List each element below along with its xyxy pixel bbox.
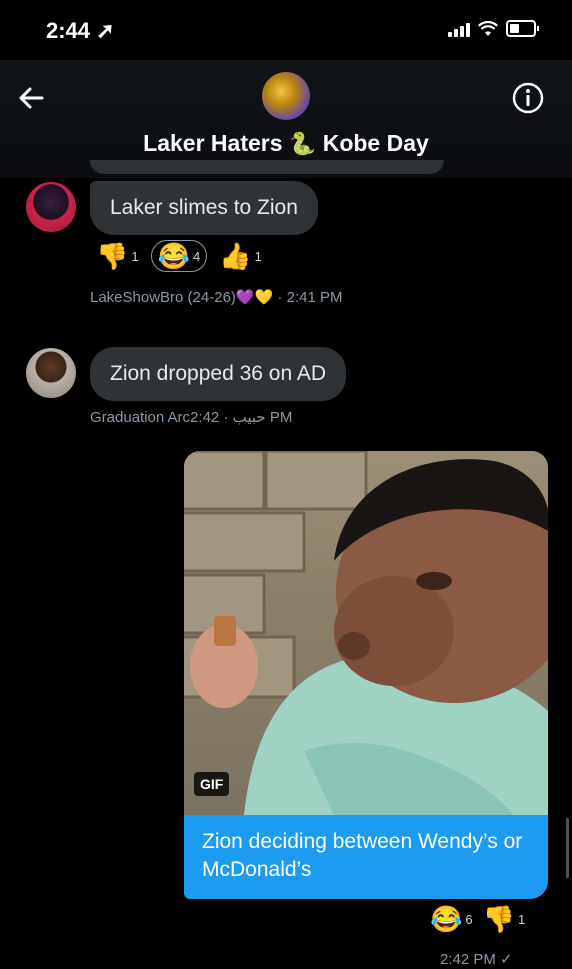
previous-message-partial[interactable] <box>90 160 444 174</box>
wifi-icon <box>478 20 498 36</box>
info-icon[interactable] <box>510 80 546 116</box>
message-reactions: 👎 1 😂 4 👍 1 <box>96 240 262 272</box>
reaction-laughing[interactable]: 😂 6 <box>430 906 473 932</box>
gif-illustration <box>184 451 548 815</box>
message-text: Zion dropped 36 on AD <box>110 362 326 385</box>
reaction-laughing[interactable]: 😂 4 <box>150 240 208 272</box>
sent-check-icon: ✓ <box>500 951 513 968</box>
gif-image[interactable] <box>184 451 548 815</box>
message-text: Laker slimes to Zion <box>110 196 298 219</box>
message-text: Zion deciding between Wendy’s or McDonal… <box>202 830 523 881</box>
back-arrow-icon[interactable] <box>14 80 50 116</box>
laughing-icon: 😂 <box>430 904 463 934</box>
sender-emojis: 💜💛 <box>235 289 274 306</box>
location-arrow-icon: ➚ <box>96 18 115 43</box>
thumbs-up-icon: 👍 <box>219 241 252 271</box>
reaction-count: 1 <box>254 248 262 264</box>
title-suffix: Kobe Day <box>322 130 429 156</box>
message-time: 2:42 PM <box>440 951 496 968</box>
sender-name[interactable]: Graduation Arcحبيب <box>90 409 266 426</box>
reaction-count: 6 <box>465 911 473 927</box>
reaction-count: 4 <box>192 248 201 264</box>
thumbs-down-icon: 👎 <box>96 241 129 271</box>
message-bubble[interactable]: Zion dropped 36 on AD <box>90 347 346 401</box>
avatar[interactable] <box>26 182 76 232</box>
reaction-count: 1 <box>131 248 139 264</box>
battery-icon <box>506 20 539 37</box>
message-meta: LakeShowBro (24-26)💜💛 · 2:41 PM <box>90 288 342 306</box>
reaction-count: 1 <box>517 911 526 927</box>
status-icons <box>448 20 539 37</box>
reaction-thumbs-down[interactable]: 👎 1 <box>483 906 526 932</box>
message-meta: Graduation Arcحبيب · 2:42 PM <box>90 408 292 426</box>
message-reactions: 😂 6 👎 1 <box>430 906 525 932</box>
laughing-icon: 😂 <box>157 241 190 271</box>
message-bubble[interactable]: Laker slimes to Zion <box>90 181 318 235</box>
signal-icon <box>448 21 470 37</box>
group-avatar[interactable] <box>262 72 310 120</box>
avatar[interactable] <box>26 348 76 398</box>
snake-emoji: 🐍 <box>288 131 317 156</box>
title-text: Laker Haters <box>143 130 283 156</box>
gif-badge: GIF <box>194 772 230 796</box>
reaction-thumbs-up[interactable]: 👍 1 <box>219 243 262 269</box>
conversation-title[interactable]: Laker Haters 🐍 Kobe Day <box>0 130 572 157</box>
scrollbar[interactable] <box>566 818 569 878</box>
gif-caption-bubble[interactable]: Zion deciding between Wendy’s or McDonal… <box>184 815 548 899</box>
sender-name[interactable]: LakeShowBro (24-26) <box>90 289 236 306</box>
message-time: · 2:41 PM <box>277 289 343 306</box>
message-meta: 2:42 PM ✓ <box>440 950 513 968</box>
reaction-thumbs-down[interactable]: 👎 1 <box>96 243 139 269</box>
status-time: 2:44 ➚ <box>46 18 115 43</box>
thumbs-down-icon: 👎 <box>482 904 515 934</box>
